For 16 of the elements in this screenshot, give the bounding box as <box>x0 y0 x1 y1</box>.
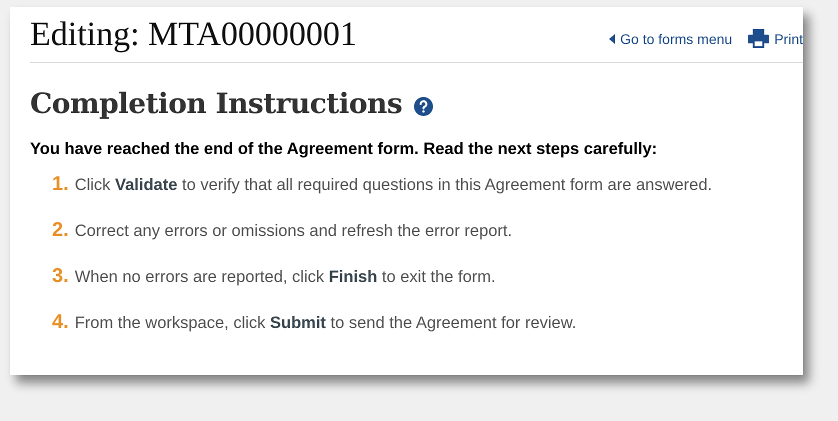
section-heading: Completion Instructions <box>30 87 402 120</box>
step-text: From the workspace, click Submit to send the Agreement for review. <box>74 314 576 333</box>
step-text: Correct any errors or omissions and refresh the error report. <box>74 222 512 241</box>
step-number: 3. <box>52 265 69 288</box>
back-link[interactable]: Go to forms menu <box>609 30 732 46</box>
page-title: Editing: MTA00000001 <box>30 16 357 54</box>
intro-text: You have reached the end of the Agreement form. Read the next steps carefully: <box>30 140 658 159</box>
step-number: 4. <box>52 311 69 334</box>
help-icon[interactable] <box>414 97 434 116</box>
step-number: 1. <box>52 173 69 196</box>
caret-icon <box>609 34 616 44</box>
step-number: 2. <box>52 219 69 242</box>
printer-icon <box>748 29 770 48</box>
step-text: When no errors are reported, click Finish to exit the form. <box>74 268 496 287</box>
print-link[interactable]: Print <box>748 29 803 48</box>
step-text: Click Validate to verify that all required questions in this Agreement form are answered. <box>74 176 712 195</box>
